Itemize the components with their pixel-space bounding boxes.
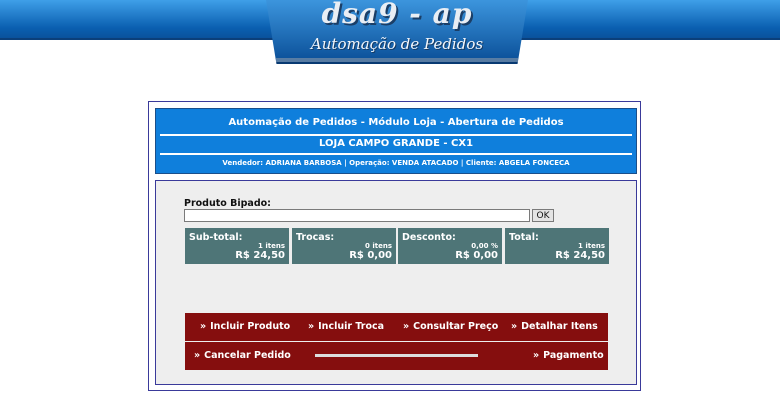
- actions-bar-bottom: » Cancelar Pedido » Pagamento: [185, 342, 608, 370]
- cancelar-pedido-button[interactable]: » Cancelar Pedido: [194, 342, 291, 370]
- arrow-icon: »: [511, 321, 518, 332]
- ok-button[interactable]: OK: [532, 209, 554, 222]
- total-label: Total:: [509, 232, 539, 243]
- arrow-icon: »: [308, 321, 315, 332]
- total-box: Total: 1 itens R$ 24,50: [505, 228, 609, 264]
- order-info: Vendedor: ADRIANA BARBOSA | Operação: VE…: [222, 159, 570, 167]
- incluir-troca-button[interactable]: » Incluir Troca: [308, 313, 384, 341]
- arrow-icon: »: [200, 321, 207, 332]
- consultar-preco-button[interactable]: » Consultar Preço: [403, 313, 498, 341]
- total-value: R$ 24,50: [555, 250, 605, 261]
- desconto-percent: 0,00 %: [471, 242, 498, 250]
- logo-shadow: [276, 58, 518, 62]
- arrow-icon: »: [403, 321, 410, 332]
- logo: dsa9 - ap: [321, 0, 473, 30]
- divider: [160, 134, 632, 136]
- actions-bar: » Incluir Produto » Incluir Troca » Consult…: [185, 313, 608, 341]
- incluir-produto-button[interactable]: » Incluir Produto: [200, 313, 290, 341]
- subtotal-value: R$ 24,50: [235, 250, 285, 261]
- separator-line: [315, 354, 478, 357]
- product-input[interactable]: [184, 209, 530, 222]
- trocas-box: Trocas: 0 itens R$ 0,00: [292, 228, 396, 264]
- trocas-label: Trocas:: [296, 232, 335, 243]
- page-title: Automação de Pedidos - Módulo Loja - Abe…: [228, 117, 564, 128]
- desconto-box: Desconto: 0,00 % R$ 0,00: [398, 228, 502, 264]
- desconto-label: Desconto:: [402, 232, 456, 243]
- trocas-count: 0 itens: [365, 242, 392, 250]
- store-name: LOJA CAMPO GRANDE - CX1: [318, 138, 474, 149]
- arrow-icon: »: [194, 350, 201, 361]
- logo-subtitle: Automação de Pedidos: [310, 35, 484, 53]
- subtotal-label: Sub-total:: [189, 232, 243, 243]
- pagamento-button[interactable]: » Pagamento: [533, 342, 604, 370]
- divider: [160, 153, 632, 155]
- arrow-icon: »: [533, 350, 540, 361]
- trocas-value: R$ 0,00: [349, 250, 392, 261]
- order-header: Automação de Pedidos - Módulo Loja - Abe…: [155, 108, 637, 174]
- subtotal-box: Sub-total: 1 itens R$ 24,50: [185, 228, 289, 264]
- total-count: 1 itens: [578, 242, 605, 250]
- product-label: Produto Bipado:: [184, 198, 271, 209]
- detalhar-itens-button[interactable]: » Detalhar Itens: [511, 313, 598, 341]
- subtotal-count: 1 itens: [258, 242, 285, 250]
- desconto-value: R$ 0,00: [455, 250, 498, 261]
